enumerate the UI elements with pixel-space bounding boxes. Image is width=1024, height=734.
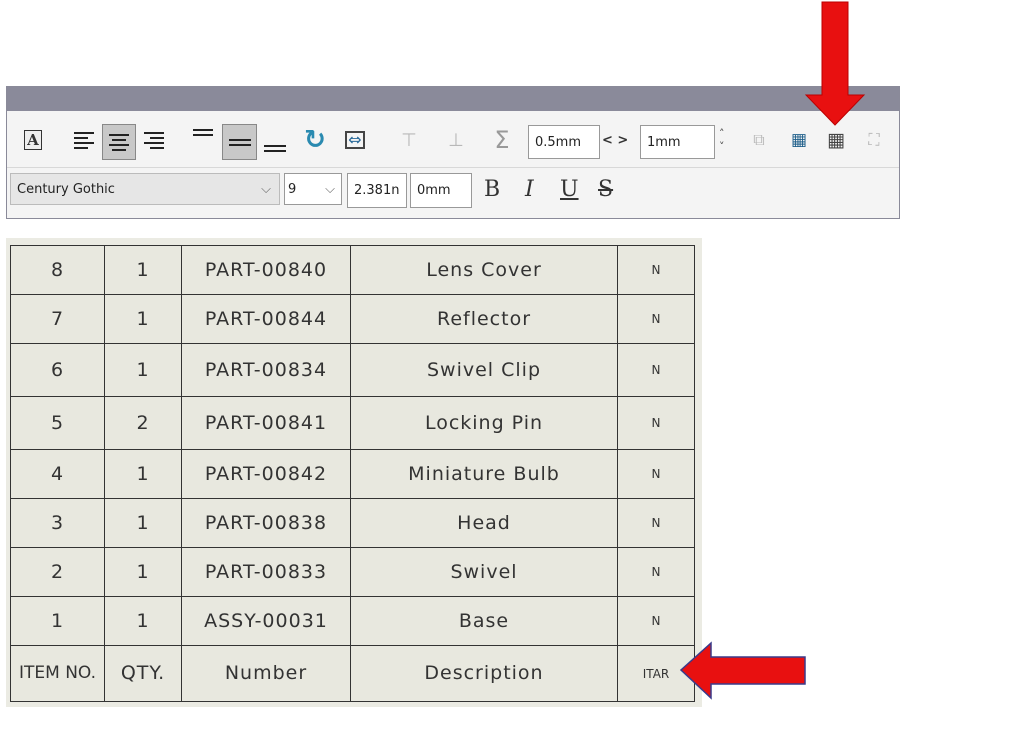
- down-arrow-annotation: [804, 1, 866, 126]
- left-arrow-annotation: [679, 641, 806, 700]
- annotation-arrows: [679, 1, 866, 700]
